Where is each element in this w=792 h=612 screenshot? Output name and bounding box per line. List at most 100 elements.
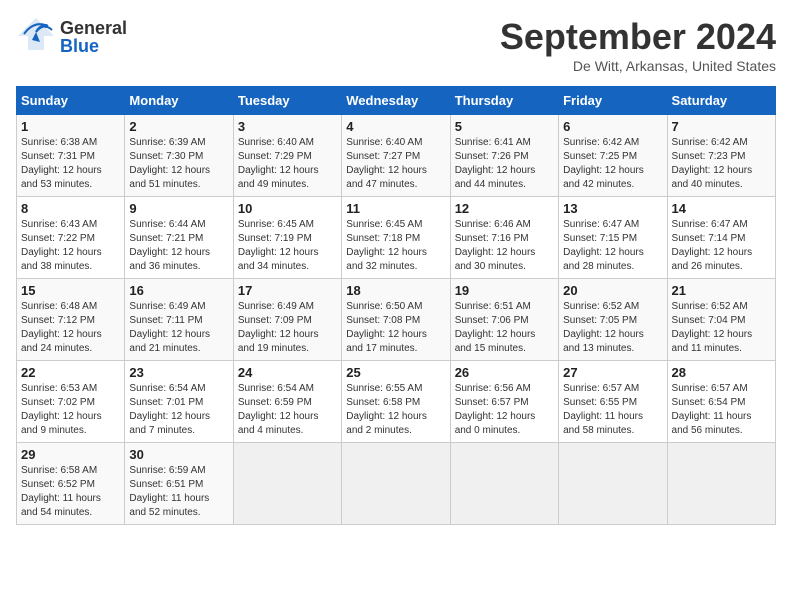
calendar-cell: 23 Sunrise: 6:54 AM Sunset: 7:01 PM Dayli… — [125, 361, 233, 443]
day-number: 27 — [563, 365, 662, 380]
calendar-cell: 26 Sunrise: 6:56 AM Sunset: 6:57 PM Dayli… — [450, 361, 558, 443]
calendar-cell — [233, 443, 341, 525]
day-number: 24 — [238, 365, 337, 380]
day-number: 11 — [346, 201, 445, 216]
calendar-cell — [450, 443, 558, 525]
day-info: Sunrise: 6:47 AM Sunset: 7:15 PM Dayligh… — [563, 218, 662, 274]
calendar-cell: 12 Sunrise: 6:46 AM Sunset: 7:16 PM Dayli… — [450, 197, 558, 279]
day-number: 12 — [455, 201, 554, 216]
day-number: 2 — [129, 119, 228, 134]
day-number: 30 — [129, 447, 228, 462]
day-header-thursday: Thursday — [450, 87, 558, 115]
day-info: Sunrise: 6:44 AM Sunset: 7:21 PM Dayligh… — [129, 218, 228, 274]
days-row: SundayMondayTuesdayWednesdayThursdayFrid… — [17, 87, 776, 115]
day-info: Sunrise: 6:46 AM Sunset: 7:16 PM Dayligh… — [455, 218, 554, 274]
calendar-cell: 13 Sunrise: 6:47 AM Sunset: 7:15 PM Dayli… — [559, 197, 667, 279]
location: De Witt, Arkansas, United States — [500, 58, 776, 74]
calendar-cell: 5Sunrise: 6:41 AM Sunset: 7:26 PM Daylig… — [450, 115, 558, 197]
day-number: 6 — [563, 119, 662, 134]
calendar-cell: 3 Sunrise: 6:40 AM Sunset: 7:29 PM Daylig… — [233, 115, 341, 197]
day-info: Sunrise: 6:58 AM Sunset: 6:52 PM Dayligh… — [21, 464, 120, 520]
day-info: Sunrise: 6:49 AM Sunset: 7:11 PM Dayligh… — [129, 300, 228, 356]
day-info: Sunrise: 6:42 AM Sunset: 7:23 PM Dayligh… — [672, 136, 771, 192]
calendar-cell: 14Sunrise: 6:47 AM Sunset: 7:14 PM Dayli… — [667, 197, 775, 279]
day-number: 28 — [672, 365, 771, 380]
day-number: 23 — [129, 365, 228, 380]
day-number: 4 — [346, 119, 445, 134]
day-number: 10 — [238, 201, 337, 216]
day-info: Sunrise: 6:56 AM Sunset: 6:57 PM Dayligh… — [455, 382, 554, 438]
day-number: 8 — [21, 201, 120, 216]
calendar-cell: 29 Sunrise: 6:58 AM Sunset: 6:52 PM Dayli… — [17, 443, 125, 525]
calendar-header: SundayMondayTuesdayWednesdayThursdayFrid… — [17, 87, 776, 115]
calendar-body: 1 Sunrise: 6:38 AM Sunset: 7:31 PM Daylig… — [17, 115, 776, 525]
day-number: 1 — [21, 119, 120, 134]
calendar-cell: 21Sunrise: 6:52 AM Sunset: 7:04 PM Dayli… — [667, 279, 775, 361]
day-number: 19 — [455, 283, 554, 298]
day-number: 22 — [21, 365, 120, 380]
day-number: 16 — [129, 283, 228, 298]
day-info: Sunrise: 6:43 AM Sunset: 7:22 PM Dayligh… — [21, 218, 120, 274]
day-number: 7 — [672, 119, 771, 134]
day-header-monday: Monday — [125, 87, 233, 115]
calendar-cell: 2 Sunrise: 6:39 AM Sunset: 7:30 PM Daylig… — [125, 115, 233, 197]
day-number: 20 — [563, 283, 662, 298]
title-area: September 2024 De Witt, Arkansas, United… — [500, 16, 776, 74]
day-number: 25 — [346, 365, 445, 380]
day-info: Sunrise: 6:42 AM Sunset: 7:25 PM Dayligh… — [563, 136, 662, 192]
logo-bird-icon — [16, 16, 56, 57]
day-number: 3 — [238, 119, 337, 134]
day-number: 29 — [21, 447, 120, 462]
logo-text: General Blue — [60, 19, 127, 55]
calendar-cell — [667, 443, 775, 525]
day-info: Sunrise: 6:45 AM Sunset: 7:18 PM Dayligh… — [346, 218, 445, 274]
calendar-cell: 27 Sunrise: 6:57 AM Sunset: 6:55 PM Dayli… — [559, 361, 667, 443]
calendar-cell: 30Sunrise: 6:59 AM Sunset: 6:51 PM Dayli… — [125, 443, 233, 525]
calendar-cell: 19 Sunrise: 6:51 AM Sunset: 7:06 PM Dayli… — [450, 279, 558, 361]
day-header-sunday: Sunday — [17, 87, 125, 115]
day-info: Sunrise: 6:45 AM Sunset: 7:19 PM Dayligh… — [238, 218, 337, 274]
day-number: 17 — [238, 283, 337, 298]
day-header-friday: Friday — [559, 87, 667, 115]
day-info: Sunrise: 6:49 AM Sunset: 7:09 PM Dayligh… — [238, 300, 337, 356]
day-info: Sunrise: 6:54 AM Sunset: 7:01 PM Dayligh… — [129, 382, 228, 438]
day-info: Sunrise: 6:40 AM Sunset: 7:29 PM Dayligh… — [238, 136, 337, 192]
day-info: Sunrise: 6:55 AM Sunset: 6:58 PM Dayligh… — [346, 382, 445, 438]
calendar-cell: 15Sunrise: 6:48 AM Sunset: 7:12 PM Dayli… — [17, 279, 125, 361]
calendar-cell: 1 Sunrise: 6:38 AM Sunset: 7:31 PM Daylig… — [17, 115, 125, 197]
header: General Blue September 2024 De Witt, Ark… — [16, 16, 776, 74]
day-header-saturday: Saturday — [667, 87, 775, 115]
calendar-cell: 28Sunrise: 6:57 AM Sunset: 6:54 PM Dayli… — [667, 361, 775, 443]
day-number: 14 — [672, 201, 771, 216]
calendar-cell: 10 Sunrise: 6:45 AM Sunset: 7:19 PM Dayli… — [233, 197, 341, 279]
calendar-week-4: 22 Sunrise: 6:53 AM Sunset: 7:02 PM Dayli… — [17, 361, 776, 443]
calendar-cell: 4 Sunrise: 6:40 AM Sunset: 7:27 PM Daylig… — [342, 115, 450, 197]
calendar-week-5: 29 Sunrise: 6:58 AM Sunset: 6:52 PM Dayli… — [17, 443, 776, 525]
calendar-cell — [559, 443, 667, 525]
calendar-cell: 25 Sunrise: 6:55 AM Sunset: 6:58 PM Dayli… — [342, 361, 450, 443]
calendar-cell — [342, 443, 450, 525]
day-number: 13 — [563, 201, 662, 216]
day-number: 26 — [455, 365, 554, 380]
logo: General Blue — [16, 16, 127, 57]
day-info: Sunrise: 6:57 AM Sunset: 6:55 PM Dayligh… — [563, 382, 662, 438]
calendar-cell: 8 Sunrise: 6:43 AM Sunset: 7:22 PM Daylig… — [17, 197, 125, 279]
day-info: Sunrise: 6:53 AM Sunset: 7:02 PM Dayligh… — [21, 382, 120, 438]
calendar-cell: 9 Sunrise: 6:44 AM Sunset: 7:21 PM Daylig… — [125, 197, 233, 279]
calendar-cell: 16 Sunrise: 6:49 AM Sunset: 7:11 PM Dayli… — [125, 279, 233, 361]
calendar-cell: 20Sunrise: 6:52 AM Sunset: 7:05 PM Dayli… — [559, 279, 667, 361]
day-number: 21 — [672, 283, 771, 298]
calendar-cell: 18Sunrise: 6:50 AM Sunset: 7:08 PM Dayli… — [342, 279, 450, 361]
day-header-wednesday: Wednesday — [342, 87, 450, 115]
calendar-week-1: 1 Sunrise: 6:38 AM Sunset: 7:31 PM Daylig… — [17, 115, 776, 197]
day-info: Sunrise: 6:51 AM Sunset: 7:06 PM Dayligh… — [455, 300, 554, 356]
day-number: 9 — [129, 201, 228, 216]
month-title: September 2024 — [500, 16, 776, 58]
day-info: Sunrise: 6:54 AM Sunset: 6:59 PM Dayligh… — [238, 382, 337, 438]
calendar-week-2: 8 Sunrise: 6:43 AM Sunset: 7:22 PM Daylig… — [17, 197, 776, 279]
day-info: Sunrise: 6:40 AM Sunset: 7:27 PM Dayligh… — [346, 136, 445, 192]
day-number: 5 — [455, 119, 554, 134]
day-info: Sunrise: 6:39 AM Sunset: 7:30 PM Dayligh… — [129, 136, 228, 192]
day-info: Sunrise: 6:38 AM Sunset: 7:31 PM Dayligh… — [21, 136, 120, 192]
calendar-week-3: 15Sunrise: 6:48 AM Sunset: 7:12 PM Dayli… — [17, 279, 776, 361]
